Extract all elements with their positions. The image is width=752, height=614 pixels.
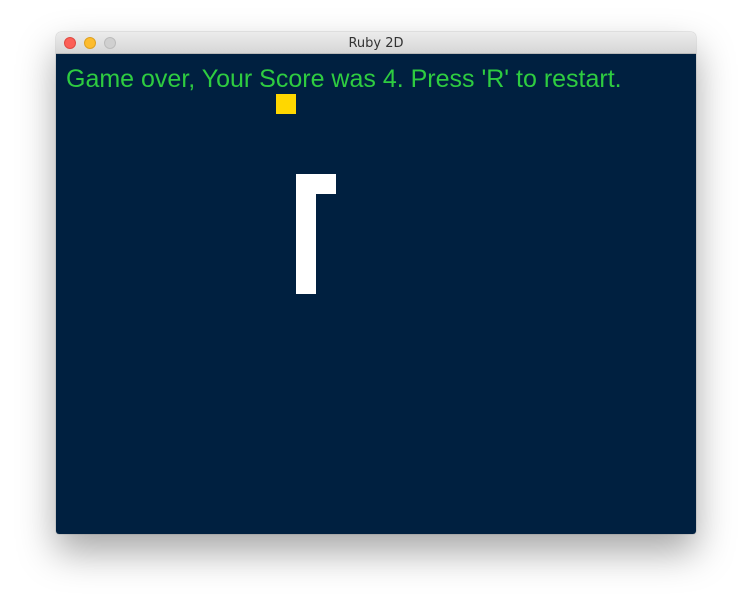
snake-segment <box>296 214 316 234</box>
food-square <box>276 94 296 114</box>
snake-segment <box>296 274 316 294</box>
snake-segment <box>296 254 316 274</box>
snake-segment <box>296 194 316 214</box>
snake-segment <box>296 174 316 194</box>
game-canvas[interactable]: Game over, Your Score was 4. Press 'R' t… <box>56 54 696 534</box>
game-over-message: Game over, Your Score was 4. Press 'R' t… <box>66 65 622 93</box>
snake-segment <box>316 174 336 194</box>
snake-segment <box>296 234 316 254</box>
window-title: Ruby 2D <box>348 36 404 51</box>
game-window: Ruby 2D Game over, Your Score was 4. Pre… <box>56 32 696 534</box>
title-bar[interactable]: Ruby 2D <box>56 32 696 54</box>
